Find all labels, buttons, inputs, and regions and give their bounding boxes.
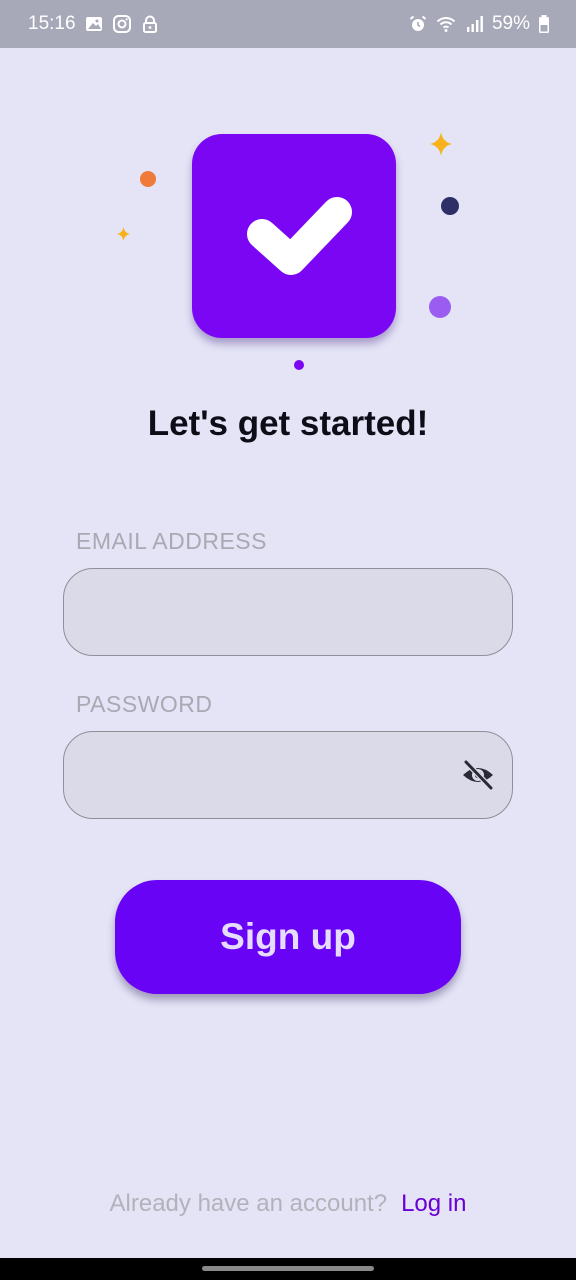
password-input[interactable] xyxy=(84,732,454,817)
hero-illustration xyxy=(0,48,576,388)
email-field[interactable] xyxy=(63,568,513,656)
lavender-dot xyxy=(429,296,451,318)
password-label: PASSWORD xyxy=(76,691,213,717)
orange-dot xyxy=(140,171,156,187)
status-time: 15:16 xyxy=(28,13,76,34)
lock-icon xyxy=(140,14,160,34)
gallery-icon xyxy=(84,14,104,34)
app-logo xyxy=(192,134,396,338)
status-bar-right: 59% xyxy=(408,13,550,35)
email-label: EMAIL ADDRESS xyxy=(76,528,267,554)
wifi-icon xyxy=(436,14,456,34)
alarm-icon xyxy=(408,14,428,34)
login-prompt: Already have an account? Log in xyxy=(0,1190,576,1218)
password-field[interactable] xyxy=(63,731,513,819)
battery-icon xyxy=(538,14,550,34)
status-bar: 15:16 59% xyxy=(0,0,576,48)
instagram-icon xyxy=(112,14,132,34)
status-bar-left: 15:16 xyxy=(28,13,160,35)
navy-dot xyxy=(441,197,459,215)
battery-percent: 59% xyxy=(491,13,530,34)
purple-dot xyxy=(294,360,304,370)
small-sparkle-icon xyxy=(117,227,130,241)
check-mark-icon xyxy=(247,197,352,275)
eye-off-icon[interactable] xyxy=(460,757,496,793)
home-gesture-handle[interactable] xyxy=(202,1266,374,1271)
sparkle-icon xyxy=(430,132,452,156)
sign-up-button[interactable]: Sign up xyxy=(115,880,461,994)
login-link[interactable]: Log in xyxy=(401,1190,466,1218)
navigation-bar xyxy=(0,1258,576,1280)
page-title: Let's get started! xyxy=(147,404,429,443)
signal-icon xyxy=(464,14,484,34)
login-prompt-text: Already have an account? xyxy=(109,1190,388,1217)
email-input[interactable] xyxy=(84,569,454,654)
